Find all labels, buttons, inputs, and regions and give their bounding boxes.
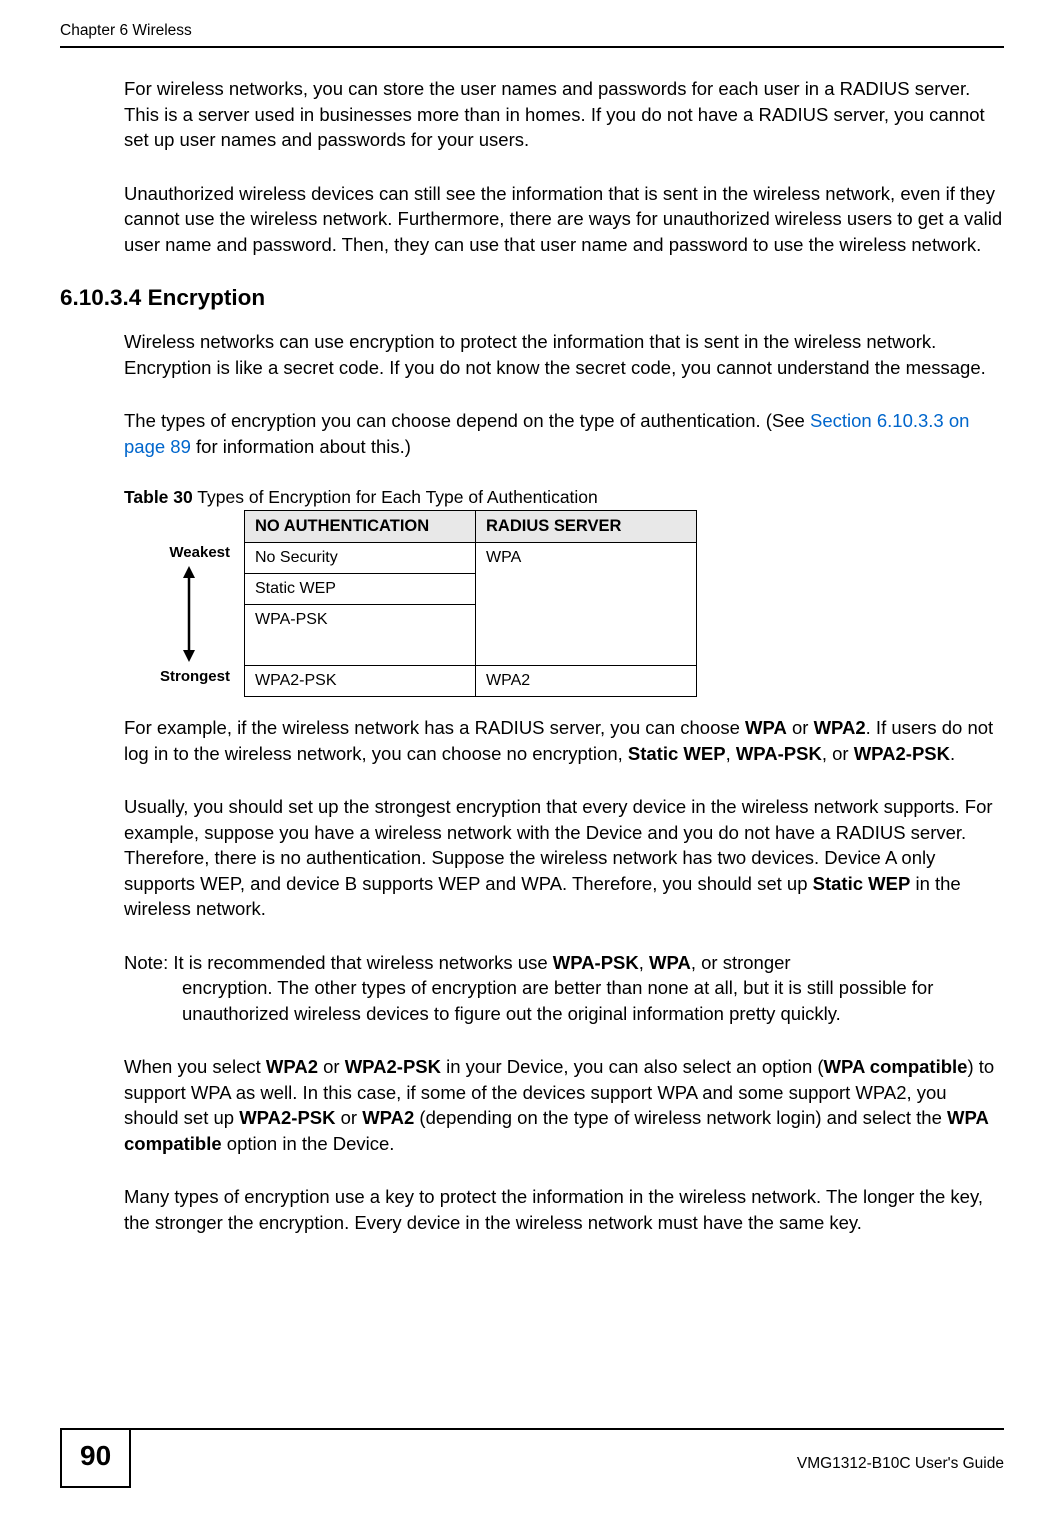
encryption-table: NO AUTHENTICATION RADIUS SERVER No Secur…: [244, 510, 697, 697]
text-fragment: , or: [822, 743, 854, 764]
table-caption-text: Types of Encryption for Each Type of Aut…: [193, 487, 598, 507]
term-wpa-psk: WPA-PSK: [736, 743, 822, 764]
term-wpa-compatible: WPA compatible: [824, 1056, 968, 1077]
chapter-title: Chapter 6 Wireless: [60, 22, 192, 40]
table-row: WPA2-PSK WPA2: [245, 666, 697, 697]
table-row: No Security WPA: [245, 543, 697, 574]
table-row: NO AUTHENTICATION RADIUS SERVER: [245, 511, 697, 543]
paragraph-strongest: Usually, you should set up the strongest…: [124, 794, 1004, 922]
term-wpa: WPA: [745, 717, 787, 738]
text-fragment: or: [335, 1107, 362, 1128]
term-wpa2-psk: WPA2-PSK: [239, 1107, 335, 1128]
paragraph-auth-types: The types of encryption you can choose d…: [124, 408, 1004, 459]
term-wpa2: WPA2: [814, 717, 866, 738]
page-footer: 90 VMG1312-B10C User's Guide: [60, 1428, 1004, 1488]
encryption-table-wrapper: Weakest Strongest NO AUTHENTICATION RADI…: [124, 510, 1004, 697]
text-fragment: ,: [726, 743, 736, 764]
footer-inner: 90 VMG1312-B10C User's Guide: [60, 1430, 1004, 1488]
header-radius: RADIUS SERVER: [476, 511, 697, 543]
term-wpa-psk: WPA-PSK: [553, 952, 639, 973]
cell-wpa2: WPA2: [476, 666, 697, 697]
text-fragment: for information about this.): [191, 436, 411, 457]
text-fragment: option in the Device.: [222, 1133, 395, 1154]
cell-wpa2-psk: WPA2-PSK: [245, 666, 476, 697]
cell-wpa: WPA: [476, 543, 697, 666]
text-fragment: or: [787, 717, 814, 738]
text-fragment: For example, if the wireless network has…: [124, 717, 745, 738]
weakest-label: Weakest: [169, 544, 230, 561]
content-area: For wireless networks, you can store the…: [60, 48, 1004, 1235]
page-number: 90: [60, 1428, 131, 1488]
table-caption: Table 30 Types of Encryption for Each Ty…: [124, 487, 1004, 508]
double-arrow-icon: [180, 566, 198, 662]
running-header: Chapter 6 Wireless: [60, 0, 1004, 48]
cell-wpa-psk: WPA-PSK: [245, 605, 476, 666]
section-heading-encryption: 6.10.3.4 Encryption: [60, 285, 1004, 311]
guide-title: VMG1312-B10C User's Guide: [797, 1445, 1004, 1473]
table-number: Table 30: [124, 487, 193, 507]
text-fragment: in your Device, you can also select an o…: [441, 1056, 824, 1077]
page: Chapter 6 Wireless For wireless networks…: [0, 0, 1064, 1524]
paragraph-wpa-compatible: When you select WPA2 or WPA2-PSK in your…: [124, 1054, 1004, 1156]
text-fragment: or: [318, 1056, 345, 1077]
text-fragment: , or stronger: [691, 952, 791, 973]
text-fragment: The types of encryption you can choose d…: [124, 410, 810, 431]
term-static-wep: Static WEP: [813, 873, 911, 894]
term-static-wep: Static WEP: [628, 743, 726, 764]
text-fragment: .: [950, 743, 955, 764]
paragraph-unauthorized: Unauthorized wireless devices can still …: [124, 181, 1004, 258]
cell-static-wep: Static WEP: [245, 574, 476, 605]
strength-labels: Weakest Strongest: [124, 510, 244, 697]
header-no-auth: NO AUTHENTICATION: [245, 511, 476, 543]
term-wpa: WPA: [649, 952, 691, 973]
note-paragraph: Note: It is recommended that wireless ne…: [124, 950, 984, 1027]
text-fragment: ,: [639, 952, 649, 973]
strongest-label: Strongest: [160, 668, 230, 685]
paragraph-key-length: Many types of encryption use a key to pr…: [124, 1184, 1004, 1235]
paragraph-encryption-intro: Wireless networks can use encryption to …: [124, 329, 1004, 380]
paragraph-radius-intro: For wireless networks, you can store the…: [124, 76, 1004, 153]
text-fragment: (depending on the type of wireless netwo…: [414, 1107, 947, 1128]
text-fragment: Note: It is recommended that wireless ne…: [124, 952, 553, 973]
text-fragment: When you select: [124, 1056, 266, 1077]
term-wpa2: WPA2: [362, 1107, 414, 1128]
cell-no-security: No Security: [245, 543, 476, 574]
term-wpa2-psk: WPA2-PSK: [854, 743, 950, 764]
note-continuation: encryption. The other types of encryptio…: [124, 975, 984, 1026]
paragraph-example-radius: For example, if the wireless network has…: [124, 715, 1004, 766]
term-wpa2: WPA2: [266, 1056, 318, 1077]
term-wpa2-psk: WPA2-PSK: [345, 1056, 441, 1077]
